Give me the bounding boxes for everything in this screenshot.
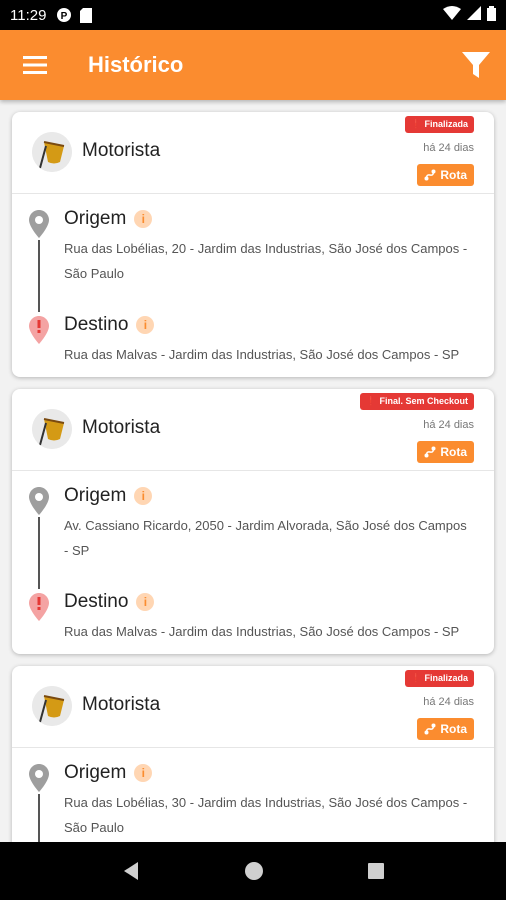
origin-label: Origem: [64, 208, 127, 229]
location-pin-icon: [29, 210, 49, 238]
driver-name: Motorista: [82, 140, 161, 161]
filter-button[interactable]: [446, 30, 506, 100]
status-time: 11:29: [10, 6, 47, 24]
status-badge: ❗ Final. Sem Checkout: [359, 393, 474, 410]
driver-name: Motorista: [82, 694, 161, 715]
alert-icon: ❗: [410, 673, 422, 683]
status-text: Finalizada: [424, 673, 468, 683]
system-nav-bar: [0, 842, 506, 900]
timeline-line: [38, 240, 40, 312]
route-label: Rota: [440, 168, 467, 182]
origin-address: Rua das Lobélias, 20 - Jardim das Indust…: [64, 241, 468, 281]
alert-icon: ❗: [410, 119, 422, 129]
route-icon: [424, 723, 436, 735]
status-text: Final. Sem Checkout: [379, 396, 468, 406]
status-text: Finalizada: [424, 119, 468, 129]
app-bar: Histórico: [0, 30, 506, 100]
time-ago: há 24 dias: [423, 142, 474, 154]
signal-icon: [467, 6, 481, 24]
driver-name: Motorista: [82, 417, 161, 438]
location-pin-icon: [29, 487, 49, 515]
history-card[interactable]: Motorista ❗ Finalizada há 24 dias Rota O…: [12, 666, 494, 842]
filter-icon: [462, 52, 490, 78]
svg-text:P: P: [61, 11, 68, 22]
route-icon: [424, 169, 436, 181]
back-icon[interactable]: [120, 860, 142, 882]
route-icon: [424, 446, 436, 458]
origin-label: Origem: [64, 485, 127, 506]
history-card[interactable]: Motorista ❗ Final. Sem Checkout há 24 di…: [12, 389, 494, 654]
status-bar: 11:29 P: [0, 0, 506, 30]
origin-address: Av. Cassiano Ricardo, 2050 - Jardim Alvo…: [64, 518, 467, 558]
menu-icon: [23, 56, 47, 74]
destination-stop: Destino i Rua das Malvas - Jardim das Ind…: [64, 314, 474, 367]
driver-avatar: [32, 686, 72, 726]
page-title: Histórico: [88, 52, 184, 77]
origin-stop: Origem i Rua das Lobélias, 20 - Jardim da…: [64, 208, 474, 314]
card-body: Origem i Av. Cassiano Ricardo, 2050 - Jar…: [12, 471, 494, 654]
origin-address: Rua das Lobélias, 30 - Jardim das Indust…: [64, 795, 468, 835]
timeline-line: [38, 794, 40, 842]
info-icon[interactable]: i: [134, 487, 153, 505]
info-icon[interactable]: i: [136, 316, 155, 334]
wifi-icon: [443, 6, 461, 24]
route-label: Rota: [440, 445, 467, 459]
sd-card-icon: [80, 7, 93, 23]
card-header: Motorista ❗ Final. Sem Checkout há 24 di…: [12, 389, 494, 471]
battery-icon: [487, 5, 496, 25]
route-button[interactable]: Rota: [417, 164, 474, 186]
card-body: Origem i Rua das Lobélias, 20 - Jardim da…: [12, 194, 494, 377]
recents-icon[interactable]: [366, 861, 386, 881]
info-icon[interactable]: i: [134, 764, 153, 782]
driver-avatar: [32, 409, 72, 449]
alert-pin-icon: [29, 316, 49, 344]
alert-icon: ❗: [365, 396, 377, 406]
time-ago: há 24 dias: [423, 696, 474, 708]
menu-button[interactable]: [0, 30, 70, 100]
card-header: Motorista ❗ Finalizada há 24 dias Rota: [12, 666, 494, 748]
info-icon[interactable]: i: [134, 210, 153, 228]
destination-label: Destino: [64, 314, 129, 335]
destination-stop: Destino i Rua das Malvas - Jardim das Ind…: [64, 591, 474, 644]
time-ago: há 24 dias: [423, 419, 474, 431]
location-pin-icon: [29, 764, 49, 792]
home-icon[interactable]: [243, 860, 265, 882]
status-badge: ❗ Finalizada: [404, 116, 474, 133]
alert-pin-icon: [29, 593, 49, 621]
history-list[interactable]: Motorista ❗ Finalizada há 24 dias Rota O…: [0, 100, 506, 842]
destination-label: Destino: [64, 591, 129, 612]
status-badge: ❗ Finalizada: [404, 670, 474, 687]
timeline-line: [38, 517, 40, 589]
card-header: Motorista ❗ Finalizada há 24 dias Rota: [12, 112, 494, 194]
destination-address: Rua das Malvas - Jardim das Industrias, …: [64, 624, 460, 639]
origin-stop: Origem i Av. Cassiano Ricardo, 2050 - Jar…: [64, 485, 474, 591]
card-body: Origem i Rua das Lobélias, 30 - Jardim da…: [12, 748, 494, 842]
route-button[interactable]: Rota: [417, 718, 474, 740]
origin-label: Origem: [64, 762, 127, 783]
route-label: Rota: [440, 722, 467, 736]
destination-address: Rua das Malvas - Jardim das Industrias, …: [64, 347, 460, 362]
notification-icon: P: [56, 7, 72, 23]
route-button[interactable]: Rota: [417, 441, 474, 463]
info-icon[interactable]: i: [136, 593, 155, 611]
origin-stop: Origem i Rua das Lobélias, 30 - Jardim da…: [64, 762, 474, 842]
history-card[interactable]: Motorista ❗ Finalizada há 24 dias Rota O…: [12, 112, 494, 377]
driver-avatar: [32, 132, 72, 172]
